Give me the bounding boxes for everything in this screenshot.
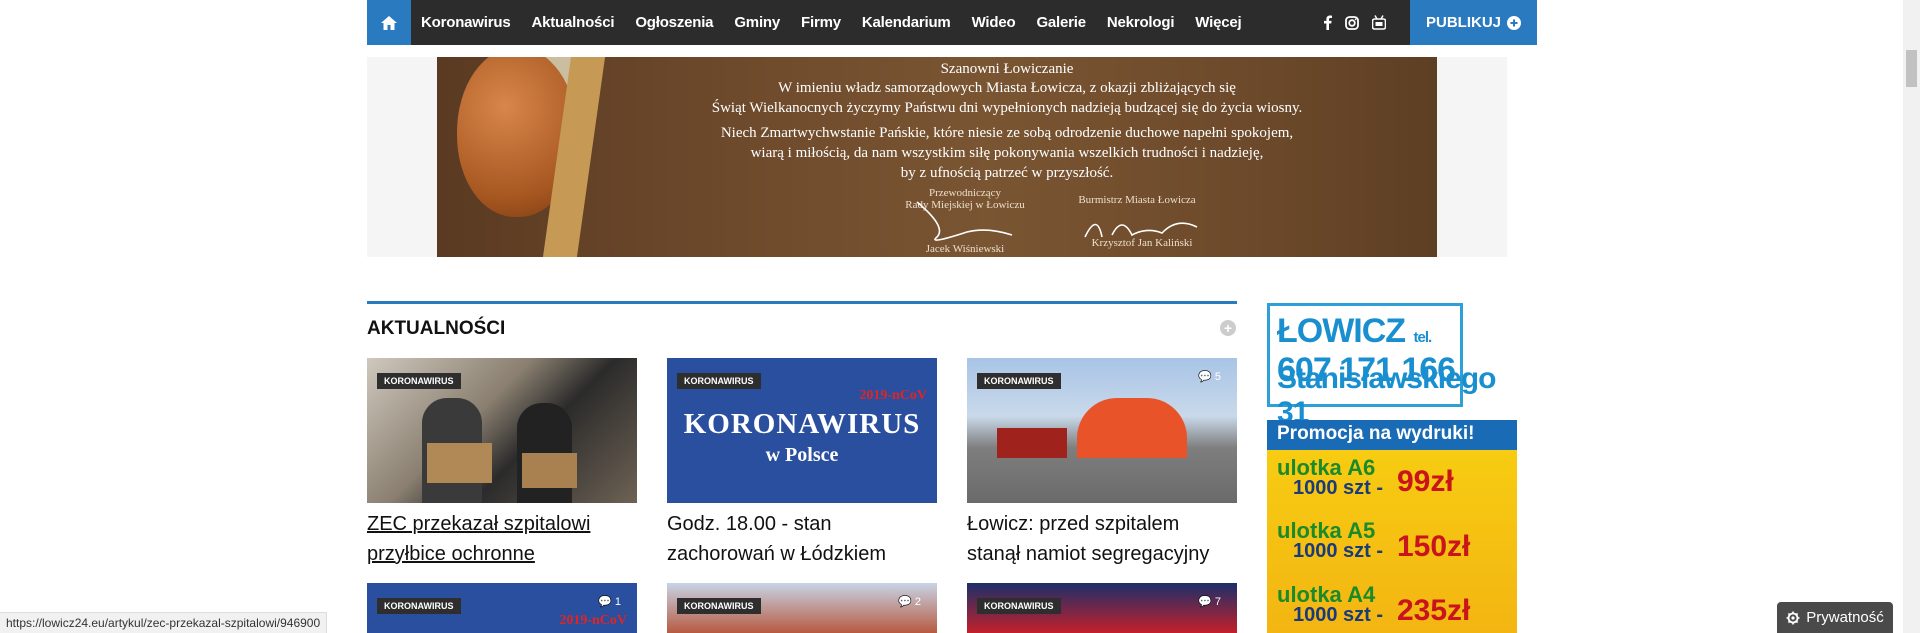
article-title[interactable]: ZEC przekazał szpitalowi przyłbice ochro… — [367, 509, 637, 569]
article-image[interactable]: KORONAWIRUS 💬 7 — [967, 583, 1237, 633]
comment-icon: 💬 — [1198, 371, 1212, 383]
article-card[interactable]: KORONAWIRUS 💬 2 — [667, 583, 937, 633]
comment-count[interactable]: 💬 2 — [898, 595, 921, 608]
nav-item-nekrologi[interactable]: Nekrologi — [1107, 14, 1175, 31]
banner-text-line: Niech Zmartwychwstanie Pańskie, które ni… — [720, 125, 1294, 141]
privacy-button[interactable]: Prywatność — [1777, 602, 1893, 633]
ad-product-qty: 1000 szt - — [1293, 477, 1384, 499]
category-badge[interactable]: KORONAWIRUS — [377, 598, 461, 614]
ad-banner-print-promo[interactable]: Promocja na wydruki! ulotka A6 1000 szt … — [1267, 420, 1517, 633]
banner-text-line: Świąt Wielkanocnych życzymy Państwu dni … — [711, 100, 1303, 116]
comment-icon: 💬 — [898, 596, 912, 608]
section-divider — [367, 301, 1237, 304]
publish-label: PUBLIKUJ — [1425, 14, 1501, 31]
category-badge[interactable]: KORONAWIRUS — [977, 373, 1061, 389]
easter-banner[interactable]: Szanowni Łowiczanie W imieniu władz samo… — [437, 57, 1437, 257]
vertical-scrollbar[interactable] — [1903, 0, 1920, 633]
section-title[interactable]: AKTUALNOŚCI — [367, 318, 505, 340]
article-card[interactable]: KORONAWIRUS 💬 5 Łowicz: przed szpitalem … — [967, 358, 1237, 569]
nav-item-ogloszenia[interactable]: Ogłoszenia — [635, 14, 713, 31]
signature-2-name: Krzysztof Jan Kaliński — [1091, 237, 1193, 249]
article-image[interactable]: KORONAWIRUS 2019-nCoV KORONAWIRUS w Pols… — [667, 358, 937, 503]
nav-item-galerie[interactable]: Galerie — [1036, 14, 1086, 31]
comment-icon: 💬 — [1198, 596, 1212, 608]
nav-item-firmy[interactable]: Firmy — [801, 14, 841, 31]
ad-product-price: 235zł — [1397, 594, 1471, 627]
nav-item-aktualnosci[interactable]: Aktualności — [531, 14, 614, 31]
privacy-label: Prywatność — [1806, 609, 1884, 626]
article-card[interactable]: KORONAWIRUS ZEC przekazał szpitalowi prz… — [367, 358, 637, 569]
article-image[interactable]: KORONAWIRUS 💬 5 — [967, 358, 1237, 503]
category-badge[interactable]: KORONAWIRUS — [677, 373, 761, 389]
banner-greeting: Szanowni Łowiczanie — [940, 61, 1074, 77]
category-badge[interactable]: KORONAWIRUS — [677, 598, 761, 614]
status-bar-url: https://lowicz24.eu/artykul/zec-przekaza… — [0, 612, 328, 633]
banner-text-line: wiarą i miłością, da nam wszystkim siłę … — [750, 145, 1264, 161]
nav-item-koronawirus[interactable]: Koronawirus — [421, 14, 511, 31]
ad-product-qty: 1000 szt - — [1293, 540, 1384, 562]
article-card[interactable]: KORONAWIRUS 💬 7 — [967, 583, 1237, 633]
image-overlay-text: 2019-nCoV — [859, 388, 927, 403]
comment-count[interactable]: 💬 7 — [1198, 595, 1221, 608]
category-badge[interactable]: KORONAWIRUS — [977, 598, 1061, 614]
comment-count-value: 2 — [914, 596, 921, 608]
article-card[interactable]: KORONAWIRUS 💬 1 2019-nCoV — [367, 583, 637, 633]
ad-banner-lowicz[interactable]: ŁOWICZ tel. 607 171 166 Stanisławskiego … — [1267, 303, 1496, 429]
ad-header: Promocja na wydruki! — [1267, 420, 1517, 450]
article-title[interactable]: Godz. 18.00 - stan zachorowań w Łódzkiem — [667, 509, 937, 569]
publish-button[interactable]: PUBLIKUJ — [1410, 0, 1537, 45]
image-overlay-text: KORONAWIRUS — [683, 408, 921, 440]
image-overlay-text: w Polsce — [765, 444, 839, 466]
article-image[interactable]: KORONAWIRUS — [367, 358, 637, 503]
gear-icon — [1786, 611, 1800, 624]
scrollbar-thumb[interactable] — [1906, 50, 1917, 87]
ad-city: ŁOWICZ — [1277, 312, 1406, 350]
article-image[interactable]: KORONAWIRUS 💬 2 — [667, 583, 937, 633]
youtube-icon[interactable] — [1372, 15, 1386, 30]
ad-product-price: 150zł — [1397, 530, 1471, 563]
signature-1-scribble — [916, 201, 1013, 241]
facebook-icon[interactable] — [1323, 15, 1332, 30]
banner-text-line: W imieniu władz samorządowych Miasta Łow… — [778, 80, 1236, 96]
signature-1-name: Jacek Wiśniewski — [925, 243, 1005, 255]
home-button[interactable] — [367, 0, 411, 45]
comment-count[interactable]: 💬 1 — [598, 595, 621, 608]
nav-item-wideo[interactable]: Wideo — [972, 14, 1016, 31]
comment-count-value: 5 — [1214, 371, 1221, 383]
more-plus-icon[interactable]: + — [1220, 320, 1236, 336]
image-overlay-text: 2019-nCoV — [559, 613, 627, 628]
ad-product-qty: 1000 szt - — [1293, 604, 1384, 626]
article-card[interactable]: KORONAWIRUS 2019-nCoV KORONAWIRUS w Pols… — [667, 358, 937, 569]
signature-2-role: Burmistrz Miasta Łowicza — [1078, 194, 1196, 206]
home-icon — [381, 15, 397, 30]
article-image[interactable]: KORONAWIRUS 💬 1 2019-nCoV — [367, 583, 637, 633]
nav-item-kalendarium[interactable]: Kalendarium — [862, 14, 951, 31]
banner-text-line: by z ufnością patrzeć w przyszłość. — [900, 165, 1114, 181]
ad-tel-label: tel. — [1413, 329, 1433, 346]
comment-count-value: 1 — [614, 596, 621, 608]
comment-count[interactable]: 💬 5 — [1198, 370, 1221, 383]
comment-icon: 💬 — [598, 596, 612, 608]
instagram-icon[interactable] — [1345, 15, 1359, 30]
main-nav: Koronawirus Aktualności Ogłoszenia Gminy… — [367, 0, 1537, 45]
nav-item-wiecej[interactable]: Więcej — [1195, 14, 1241, 31]
article-title[interactable]: Łowicz: przed szpitalem stanął namiot se… — [967, 509, 1237, 569]
category-badge[interactable]: KORONAWIRUS — [377, 373, 461, 389]
plus-circle-icon — [1507, 15, 1521, 30]
nav-item-gminy[interactable]: Gminy — [734, 14, 780, 31]
comment-count-value: 7 — [1214, 596, 1221, 608]
ad-product-price: 99zł — [1397, 465, 1454, 498]
